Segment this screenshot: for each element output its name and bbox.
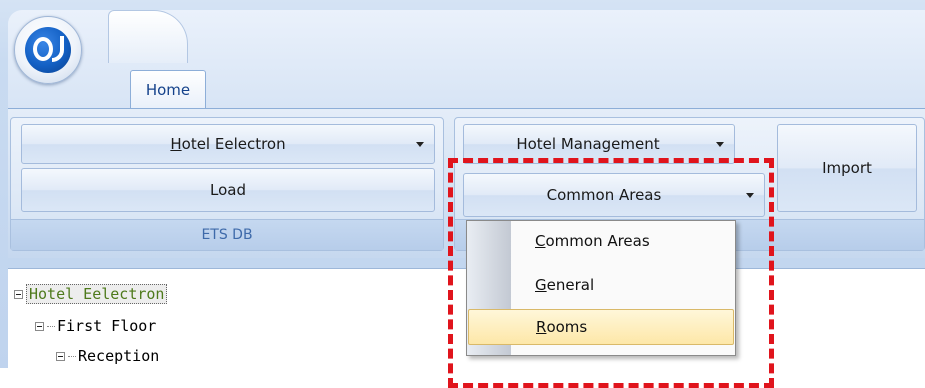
chevron-down-icon: [716, 142, 724, 147]
tree-node-label: First Floor: [57, 317, 157, 335]
highlight-annotation: [448, 158, 774, 388]
chevron-down-icon: [416, 142, 424, 147]
hotel-management-label: Hotel Management: [516, 135, 660, 153]
group-title: ETS DB: [11, 219, 443, 250]
load-button[interactable]: Load: [21, 168, 435, 212]
hotel-dropdown[interactable]: Hotel Eelectron: [21, 124, 435, 164]
app-logo-icon: [25, 27, 71, 73]
tab-home-label: Home: [145, 80, 191, 99]
collapse-icon[interactable]: [35, 321, 44, 331]
hotel-dropdown-label: Hotel Eelectron: [170, 135, 286, 153]
tree-node-label: Reception: [78, 347, 160, 365]
collapse-icon[interactable]: [56, 351, 65, 361]
group-ets-db: Hotel Eelectron Load ETS DB: [10, 117, 444, 251]
tab-home[interactable]: Home: [130, 70, 206, 108]
tree-node[interactable]: Hotel Eelectron: [14, 283, 168, 305]
import-button-label: Import: [822, 159, 872, 177]
import-button[interactable]: Import: [777, 124, 917, 212]
collapse-icon[interactable]: [14, 289, 23, 299]
tree-connector: [47, 325, 55, 327]
load-button-label: Load: [210, 181, 246, 199]
tree-node[interactable]: Reception: [56, 345, 159, 367]
quick-access-toolbar[interactable]: [108, 10, 188, 63]
application-menu-button[interactable]: [14, 16, 82, 84]
app-window: Home Hotel Eelectron Load ETS DB Hotel M…: [0, 0, 925, 388]
tree-node-label: Hotel Eelectron: [26, 284, 168, 304]
tree-node[interactable]: First Floor: [35, 315, 156, 337]
tree-connector: [68, 355, 76, 357]
